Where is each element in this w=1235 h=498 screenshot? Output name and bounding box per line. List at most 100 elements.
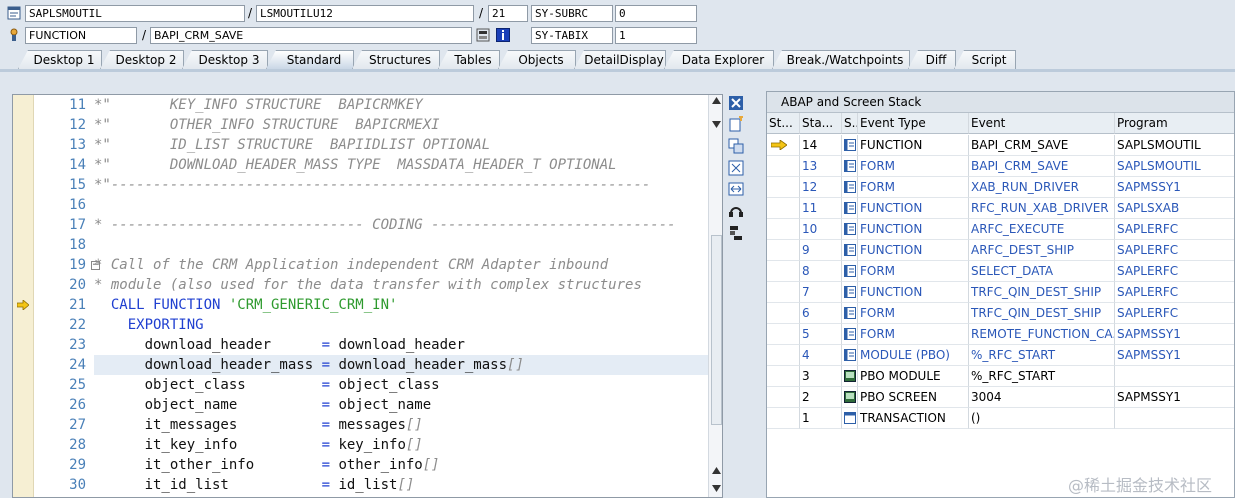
code-line[interactable]: object_name = object_name [94, 395, 708, 415]
stack-cell-type[interactable]: FORM [858, 261, 969, 282]
stack-cell-program[interactable]: SAPLERFC [1115, 240, 1234, 261]
tab-break-watchpoints[interactable]: Break./Watchpoints [772, 50, 910, 69]
headset-icon[interactable] [728, 203, 744, 219]
code-line[interactable] [94, 235, 708, 255]
stack-cell-program[interactable]: SAPLSXAB [1115, 198, 1234, 219]
sy-tabix-value-field[interactable]: 1 [615, 27, 697, 44]
stack-cell-type[interactable]: FORM [858, 324, 969, 345]
column-header-stack-level[interactable]: Sta... [800, 113, 842, 134]
stack-cell-type[interactable]: FUNCTION [858, 282, 969, 303]
stack-cell-program[interactable]: SAPLERFC [1115, 219, 1234, 240]
code-line[interactable] [94, 195, 708, 215]
code-line[interactable]: *" DOWNLOAD_HEADER_MASS TYPE MASSDATA_HE… [94, 155, 708, 175]
breakpoint-gutter[interactable] [13, 95, 34, 497]
code-line[interactable]: it_messages = messages[] [94, 415, 708, 435]
stack-cell-type[interactable]: FORM [858, 177, 969, 198]
tab-desktop-3[interactable]: Desktop 3 [182, 50, 268, 69]
code-line[interactable]: * ------------------------------ CODING … [94, 215, 708, 235]
code-line[interactable]: it_other_info = other_info[] [94, 455, 708, 475]
column-header-event[interactable]: Event [969, 113, 1115, 134]
code-line[interactable]: *" KEY_INFO STRUCTURE BAPICRMKEY [94, 95, 708, 115]
tab-structures[interactable]: Structures [352, 50, 440, 69]
event-field[interactable]: BAPI_CRM_SAVE [150, 27, 472, 44]
stack-cell-type[interactable]: TRANSACTION [858, 408, 969, 429]
line-field[interactable]: 21 [488, 5, 528, 22]
stack-cell-type[interactable]: FORM [858, 156, 969, 177]
column-header-s[interactable]: S... [842, 113, 858, 134]
stack-cell-event[interactable]: RFC_RUN_XAB_DRIVER [969, 198, 1115, 219]
code-line[interactable]: download_header = download_header [94, 335, 708, 355]
scroll-down-icon[interactable] [712, 485, 721, 492]
code-line[interactable]: object_class = object_class [94, 375, 708, 395]
stack-cell-event[interactable]: SELECT_DATA [969, 261, 1115, 282]
stack-cell-program[interactable]: SAPMSSY1 [1115, 387, 1234, 408]
stack-cell-program[interactable]: SAPLERFC [1115, 282, 1234, 303]
code-line[interactable]: *" OTHER_INFO STRUCTURE BAPICRMEXI [94, 115, 708, 135]
stack-cell-program[interactable]: SAPLERFC [1115, 261, 1234, 282]
tab-diff[interactable]: Diff [908, 50, 956, 69]
include-field[interactable]: LSMOUTILU12 [256, 5, 474, 22]
column-header-program[interactable]: Program [1115, 113, 1234, 134]
sy-subrc-value-field[interactable]: 0 [615, 5, 697, 22]
stack-cell-event[interactable]: REMOTE_FUNCTION_CA... [969, 324, 1115, 345]
stack-cell-event[interactable]: 3004 [969, 387, 1115, 408]
scroll-thumb[interactable] [711, 235, 722, 425]
stack-cell-program[interactable] [1115, 366, 1234, 387]
stack-cell-event[interactable]: XAB_RUN_DRIVER [969, 177, 1115, 198]
stack-cell-program[interactable]: SAPMSSY1 [1115, 324, 1234, 345]
tab-standard[interactable]: Standard [266, 50, 354, 69]
full-screen-icon[interactable] [728, 160, 744, 176]
stack-cell-event[interactable]: () [969, 408, 1115, 429]
replace-tool-icon[interactable] [728, 138, 744, 154]
stack-cell-program[interactable]: SAPLSMOUTIL [1115, 135, 1234, 156]
tab-desktop-1[interactable]: Desktop 1 [18, 50, 102, 69]
tab-script[interactable]: Script [954, 50, 1016, 69]
sy-subrc-name-field[interactable]: SY-SUBRC [531, 5, 613, 22]
stack-cell-event[interactable]: %_RFC_START [969, 345, 1115, 366]
tab-tables[interactable]: Tables [438, 50, 500, 69]
code-line[interactable]: *"--------------------------------------… [94, 175, 708, 195]
services-icon[interactable] [728, 225, 744, 241]
sy-tabix-name-field[interactable]: SY-TABIX [531, 27, 613, 44]
stack-cell-type[interactable]: FUNCTION [858, 240, 969, 261]
column-header-event-type[interactable]: Event Type [858, 113, 969, 134]
stack-cell-event[interactable]: TRFC_QIN_DEST_SHIP [969, 303, 1115, 324]
code-line[interactable]: * module (also used for the data transfe… [94, 275, 708, 295]
column-header-st[interactable]: St... [767, 113, 800, 134]
stack-cell-program[interactable]: SAPMSSY1 [1115, 345, 1234, 366]
navigate-icon[interactable] [476, 28, 490, 42]
tab-desktop-2[interactable]: Desktop 2 [100, 50, 184, 69]
code-line[interactable]: CALL FUNCTION 'CRM_GENERIC_CRM_IN' [94, 295, 708, 315]
stack-cell-type[interactable]: MODULE (PBO) [858, 345, 969, 366]
stack-cell-program[interactable]: SAPLSMOUTIL [1115, 156, 1234, 177]
stack-cell-program[interactable] [1115, 408, 1234, 429]
stack-cell-program[interactable]: SAPLERFC [1115, 303, 1234, 324]
new-tool-icon[interactable] [728, 116, 744, 132]
stack-cell-type[interactable]: FUNCTION [858, 219, 969, 240]
program-field[interactable]: SAPLSMOUTIL [25, 5, 245, 22]
tab-detaildisplay[interactable]: DetailDisplay [574, 50, 666, 69]
stack-cell-event[interactable]: %_RFC_START [969, 366, 1115, 387]
scroll-up-icon[interactable] [712, 467, 721, 474]
event-type-field[interactable]: FUNCTION [25, 27, 137, 44]
code-line[interactable]: * Call of the CRM Application independen… [94, 255, 708, 275]
code-area[interactable]: *" KEY_INFO STRUCTURE BAPICRMKEY *" OTHER… [94, 95, 708, 497]
scroll-up-icon[interactable] [712, 97, 721, 104]
stack-cell-type[interactable]: PBO MODULE [858, 366, 969, 387]
code-line[interactable]: it_id_list = id_list[] [94, 475, 708, 495]
stack-cell-event[interactable]: BAPI_CRM_SAVE [969, 156, 1115, 177]
editor-scrollbar[interactable] [708, 95, 722, 497]
stack-cell-type[interactable]: FUNCTION [858, 135, 969, 156]
stack-cell-event[interactable]: TRFC_QIN_DEST_SHIP [969, 282, 1115, 303]
swap-icon[interactable] [728, 181, 744, 197]
stack-cell-event[interactable]: BAPI_CRM_SAVE [969, 135, 1115, 156]
close-icon[interactable] [728, 95, 744, 111]
code-line[interactable]: *" ID_LIST STRUCTURE BAPIIDLIST OPTIONAL [94, 135, 708, 155]
stack-cell-type[interactable]: PBO SCREEN [858, 387, 969, 408]
code-line[interactable]: download_header_mass = download_header_m… [94, 355, 708, 375]
tab-data-explorer[interactable]: Data Explorer [664, 50, 774, 69]
stack-cell-program[interactable]: SAPMSSY1 [1115, 177, 1234, 198]
stack-cell-type[interactable]: FORM [858, 303, 969, 324]
code-line[interactable]: it_key_info = key_info[] [94, 435, 708, 455]
source-code-editor[interactable]: 11 12 13 14 15 16 17 18 19 20 21 22 23 24 25 26 27 28 29 30… [12, 94, 723, 498]
